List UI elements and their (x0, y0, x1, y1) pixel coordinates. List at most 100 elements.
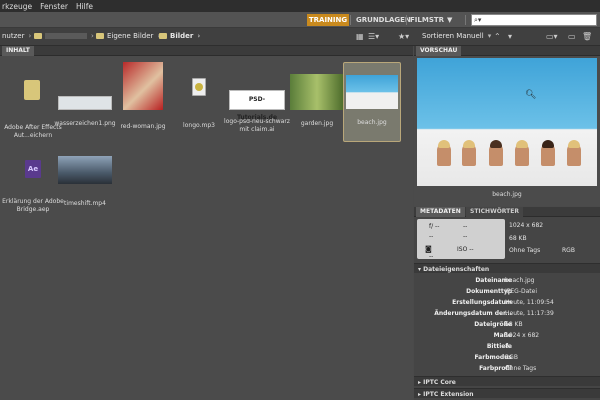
chevron-right-icon: › (91, 32, 94, 40)
breadcrumb-hidden[interactable]: › (34, 32, 94, 40)
folder-icon (24, 80, 42, 102)
metadata-row: Änderungsdatum der... Heute, 11:17:39 (414, 310, 600, 320)
chevron-down-icon: ▼ (447, 16, 453, 24)
trash-icon[interactable]: 🗑 (582, 32, 592, 41)
divider (465, 15, 466, 25)
meta-value: Heute, 11:09:54 (505, 299, 554, 306)
meta-key: Änderungsdatum der... (434, 310, 512, 317)
chevron-right-icon: › (28, 32, 32, 40)
thumbnail-label: beach.jpg (357, 119, 387, 126)
thumbnail-label: garden.jpg (300, 120, 334, 127)
thumbnail-item[interactable]: longo.mp3 (166, 68, 232, 130)
menubar: rkzeuge Fenster Hilfe (0, 0, 600, 12)
up-arrow-icon[interactable]: ⌃ (494, 32, 501, 41)
metadata-row: Maße 1024 x 682 (414, 332, 600, 342)
breadcrumb-user-label: nutzer (2, 32, 25, 40)
menu-fenster[interactable]: Fenster (40, 2, 68, 11)
workspace-filmstr-label: FILMSTR (410, 16, 445, 24)
section-iptc-core[interactable]: ▸ IPTC Core (414, 376, 600, 386)
path-bar: nutzer› › Eigene Bilder› Bilder› ▦ ☰▾ ★▾… (0, 28, 600, 46)
tab-stichwoerter[interactable]: STICHWÖRTER (466, 207, 523, 217)
thumbnail-label: longo.mp3 (183, 122, 215, 129)
search-icon: ⌕▾ (474, 16, 482, 24)
camera-value: -- (429, 233, 434, 240)
color-profile: Ohne Tags (509, 247, 541, 254)
meta-value: RGB (505, 354, 518, 361)
thumbnail-item-selected[interactable]: beach.jpg (343, 62, 401, 142)
star-filter-icon[interactable]: ★▾ (398, 32, 409, 41)
metadata-row: Bittiefe 8 (414, 343, 600, 353)
image-thumbnail (58, 96, 112, 110)
thumbnail-item[interactable]: garden.jpg (284, 68, 350, 128)
meta-value: 1024 x 682 (505, 332, 540, 339)
thumbnail-item[interactable]: wasserzeichen1.png (52, 68, 118, 128)
breadcrumb-bilder[interactable]: Bilder › (159, 32, 200, 40)
camera-value: -- (463, 233, 468, 240)
menu-werkzeuge[interactable]: rkzeuge (2, 2, 32, 11)
video-thumbnail (58, 156, 112, 184)
thumbnail-label: wasserzeichen1.png (54, 120, 116, 127)
sort-dropdown[interactable]: Sortieren Manuell ▾ (422, 32, 491, 40)
section-iptc-extension[interactable]: ▸ IPTC Extension (414, 388, 600, 398)
zoom-loupe-icon[interactable]: 🔍︎ (525, 90, 536, 100)
menu-hilfe[interactable]: Hilfe (76, 2, 93, 11)
folder-icon (96, 33, 104, 39)
metadata-row: Dateiname beach.jpg (414, 277, 600, 287)
content-panel: INHALT Adobe After Effects Aut...eichern… (0, 46, 413, 400)
content-panel-header: INHALT (0, 46, 413, 56)
breadcrumb-eigene-bilder-label: Eigene Bilder (107, 32, 154, 40)
metadata-panel: METADATEN STICHWÖRTER f/ -- -- -- -- ◙ I… (414, 207, 600, 400)
camera-value: -- (463, 223, 468, 230)
image-thumbnail: PSD-Tutorials.de (229, 90, 285, 121)
new-folder-icon[interactable]: ▭ (568, 32, 576, 41)
tab-vorschau[interactable]: VORSCHAU (416, 46, 462, 56)
workspace-training-button[interactable]: TRAINING (307, 14, 349, 26)
open-folder-icon[interactable]: ▭▾ (546, 32, 558, 41)
audio-file-icon (192, 78, 206, 96)
preview-panel: VORSCHAU 🔍︎ beach.jpg (414, 46, 600, 206)
image-thumbnail (346, 75, 398, 109)
preview-panel-header: VORSCHAU (414, 46, 600, 56)
meta-value: Heute, 11:17:39 (505, 310, 554, 317)
meta-value: beach.jpg (505, 277, 535, 284)
thumbnail-item[interactable]: PSD-Tutorials.de logo-psd-neu-schwarz mi… (224, 68, 290, 134)
camera-value: -- (429, 253, 434, 260)
preview-caption: beach.jpg (492, 191, 522, 198)
metadata-row: Farbmodus RGB (414, 354, 600, 364)
divider (350, 15, 351, 25)
breadcrumb-user[interactable]: nutzer › (2, 32, 31, 40)
grid-view-icon[interactable]: ▦ (356, 32, 364, 41)
preview-image[interactable]: 🔍︎ (417, 58, 597, 186)
iso-value: ISO -- (457, 246, 474, 253)
sort-label: Sortieren Manuell (422, 32, 484, 40)
file-size: 68 KB (509, 235, 527, 242)
meta-key: Erstellungsdatum (452, 299, 512, 306)
metadata-panel-header: METADATEN STICHWÖRTER (414, 207, 600, 217)
folder-icon (159, 33, 167, 39)
section-dateieigenschaften[interactable]: ▾ Dateieigenschaften (414, 263, 600, 273)
tab-inhalt[interactable]: INHALT (2, 46, 34, 56)
section-title: Dateieigenschaften (423, 266, 490, 273)
workspace-grundlagen-button[interactable]: GRUNDLAGEN (352, 14, 411, 26)
aperture-value: f/ -- (429, 223, 440, 230)
sort-direction-icon[interactable]: ▾ (508, 32, 512, 41)
metadata-row: Dateigröße 68 KB (414, 321, 600, 331)
list-view-icon[interactable]: ☰▾ (368, 32, 379, 41)
tab-metadaten[interactable]: METADATEN (416, 207, 465, 217)
metadata-row: Farbprofil Ohne Tags (414, 365, 600, 375)
meta-value: JPEG-Datei (505, 288, 538, 295)
metadata-row: Dokumenttyp JPEG-Datei (414, 288, 600, 298)
breadcrumb-eigene-bilder[interactable]: Eigene Bilder› (96, 32, 160, 40)
meta-value: 68 KB (505, 321, 523, 328)
image-dimensions: 1024 x 682 (509, 222, 544, 229)
workspace-filmstr-button[interactable]: FILMSTR ▼ (406, 14, 454, 26)
chevron-right-icon: › (197, 32, 201, 40)
image-thumbnail (123, 62, 163, 110)
section-title: IPTC Core (423, 379, 456, 386)
thumbnail-item[interactable]: timeshift.mp4 (52, 156, 118, 208)
blurred-name (45, 33, 87, 39)
search-input[interactable]: ⌕▾ (471, 14, 597, 26)
chevron-down-icon: ▾ (487, 32, 492, 40)
metadata-row: Erstellungsdatum Heute, 11:09:54 (414, 299, 600, 309)
camera-data-block: f/ -- -- -- -- ◙ ISO -- -- (417, 219, 505, 260)
